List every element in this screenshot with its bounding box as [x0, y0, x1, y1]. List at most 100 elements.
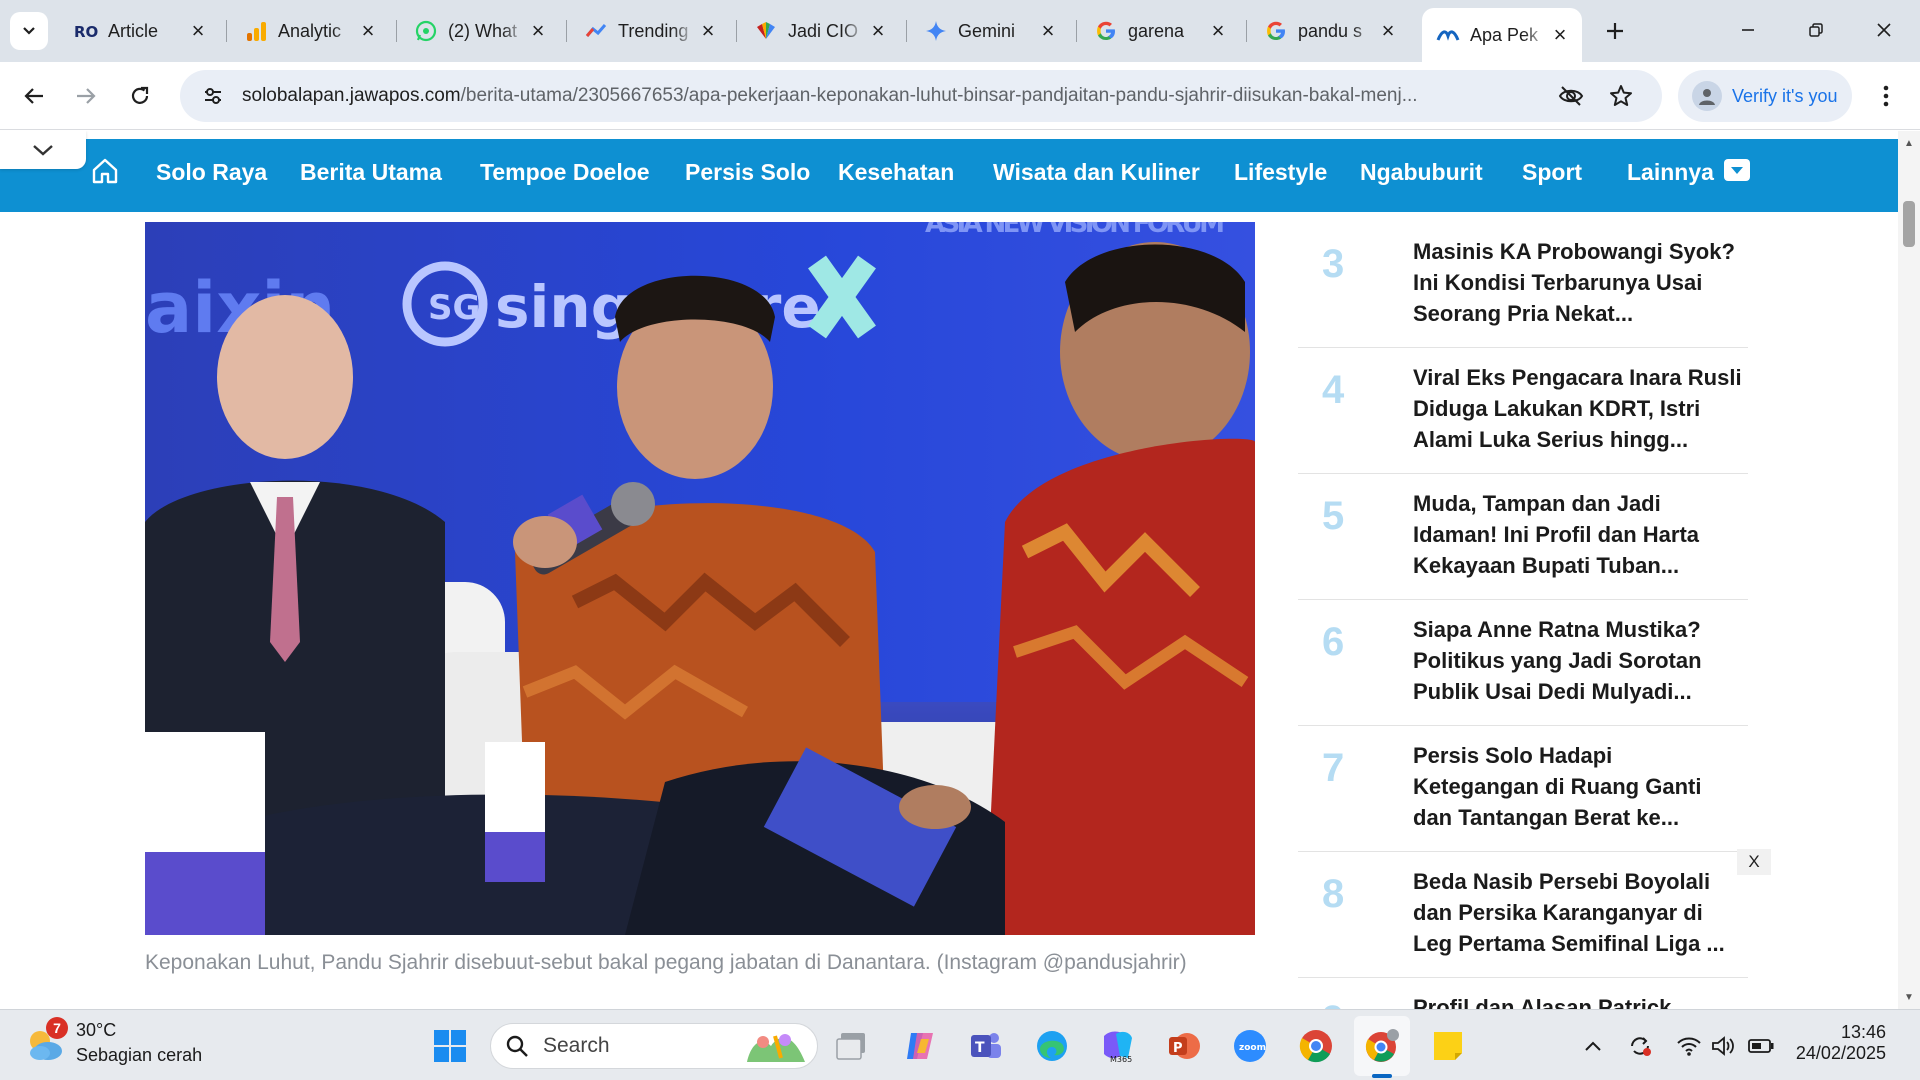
copilot-icon[interactable] — [900, 1026, 940, 1066]
tab-title: Jadi CIO — [788, 20, 859, 41]
eye-slash-icon[interactable] — [1556, 81, 1586, 111]
browser-tab[interactable]: (2) What × — [400, 10, 560, 52]
taskbar-clock[interactable]: 13:46 24/02/2025 — [1790, 1022, 1886, 1064]
trending-rank: 4 — [1322, 368, 1345, 412]
trending-title[interactable]: Muda, Tampan dan Jadi Idaman! Ini Profil… — [1413, 488, 1743, 581]
trending-item[interactable]: 5 Muda, Tampan dan Jadi Idaman! Ini Prof… — [1298, 474, 1748, 600]
reload-button[interactable] — [120, 76, 160, 116]
powerpoint-icon[interactable]: P — [1164, 1026, 1204, 1066]
browser-tab-active[interactable]: Apa Pek × — [1422, 8, 1582, 62]
close-ad-button[interactable]: X — [1737, 849, 1771, 875]
close-icon — [1877, 23, 1891, 37]
trending-item[interactable]: 6 Siapa Anne Ratna Mustika? Politikus ya… — [1298, 600, 1748, 726]
close-window-button[interactable] — [1856, 10, 1912, 50]
trending-item[interactable]: 9 Profil dan Alasan Patrick — [1298, 978, 1748, 1009]
wifi-icon[interactable] — [1676, 1034, 1702, 1058]
sticky-notes-icon[interactable] — [1428, 1026, 1468, 1066]
nav-item-sport[interactable]: Sport — [1522, 159, 1582, 186]
scroll-up-icon[interactable]: ▲ — [1903, 137, 1915, 149]
photo-caption: Keponakan Luhut, Pandu Sjahrir disebuut-… — [145, 951, 1187, 974]
address-bar[interactable]: solobalapan.jawapos.com/berita-utama/230… — [180, 70, 1662, 122]
close-tab-icon[interactable]: × — [526, 18, 550, 43]
restore-button[interactable] — [1788, 10, 1844, 50]
nav-item-ngabuburit[interactable]: Ngabuburit — [1360, 159, 1483, 186]
scroll-down-icon[interactable]: ▼ — [1903, 991, 1915, 1003]
tab-title: garena — [1128, 20, 1185, 41]
browser-menu-button[interactable] — [1866, 76, 1906, 116]
trending-item[interactable]: 3 Masinis KA Probowangi Syok? Ini Kondis… — [1298, 222, 1748, 348]
close-tab-icon[interactable]: × — [186, 18, 210, 43]
tab-search-button[interactable] — [10, 12, 48, 50]
back-button[interactable] — [14, 76, 54, 116]
nav-item-persis-solo[interactable]: Persis Solo — [685, 159, 810, 186]
new-tab-button[interactable] — [1598, 14, 1632, 48]
url-host: solobalapan.jawapos.com — [242, 85, 461, 106]
verify-identity-button[interactable]: Verify it's you — [1678, 70, 1852, 122]
trending-title[interactable]: Profil dan Alasan Patrick — [1413, 992, 1743, 1009]
collapse-header-button[interactable] — [0, 131, 86, 169]
taskbar-search-box[interactable]: Search — [490, 1023, 818, 1069]
close-tab-icon[interactable]: × — [1036, 18, 1060, 43]
svg-text:zoom: zoom — [1239, 1043, 1266, 1053]
windows-start-icon[interactable] — [430, 1026, 470, 1066]
close-tab-icon[interactable]: × — [696, 18, 720, 43]
clock-date: 24/02/2025 — [1795, 1043, 1886, 1063]
chrome-icon[interactable] — [1296, 1026, 1336, 1066]
browser-tab[interactable]: Analytic × — [230, 10, 390, 52]
nav-item-tempoe-doeloe[interactable]: Tempoe Doeloe — [480, 159, 650, 186]
site-info-icon[interactable] — [198, 81, 228, 111]
close-tab-icon[interactable]: × — [866, 18, 890, 43]
nav-item-kesehatan[interactable]: Kesehatan — [838, 159, 954, 186]
tab-title: Apa Pek — [1470, 24, 1539, 45]
nav-item-berita-utama[interactable]: Berita Utama — [300, 159, 442, 186]
bookmark-star-icon[interactable] — [1606, 81, 1636, 111]
teams-icon[interactable]: T — [966, 1026, 1006, 1066]
browser-tab[interactable]: garena × — [1080, 10, 1240, 52]
browser-tab[interactable]: RO Article × — [60, 10, 220, 52]
nav-item-wisata-dan-kuliner[interactable]: Wisata dan Kuliner — [993, 159, 1200, 186]
trending-item[interactable]: 4 Viral Eks Pengacara Inara Rusli Diduga… — [1298, 348, 1748, 474]
forward-button[interactable] — [66, 76, 106, 116]
close-tab-icon[interactable]: × — [1376, 18, 1400, 43]
chrome-profile-icon[interactable] — [1362, 1026, 1402, 1066]
zoom-icon[interactable]: zoom — [1230, 1026, 1270, 1066]
trending-item[interactable]: 8 Beda Nasib Persebi Boyolali dan Persik… — [1298, 852, 1748, 978]
scrollbar-thumb[interactable] — [1903, 201, 1915, 247]
url-text[interactable]: solobalapan.jawapos.com/berita-utama/230… — [242, 85, 1562, 107]
close-tab-icon[interactable]: × — [356, 18, 380, 43]
nav-item-solo-raya[interactable]: Solo Raya — [156, 159, 267, 186]
web-page: Solo Raya Berita Utama Tempoe Doeloe Per… — [0, 131, 1898, 1009]
sync-icon[interactable] — [1627, 1034, 1653, 1058]
trending-title[interactable]: Siapa Anne Ratna Mustika? Politikus yang… — [1413, 614, 1743, 707]
browser-tab[interactable]: pandu s × — [1250, 10, 1410, 52]
ro-logo-icon: RO — [74, 19, 98, 43]
trending-rank: 6 — [1322, 620, 1345, 664]
tab-title: pandu s — [1298, 20, 1363, 41]
chevron-up-icon[interactable] — [1580, 1034, 1606, 1058]
page-scrollbar[interactable]: ▲ ▼ — [1898, 131, 1920, 1009]
nav-item-lainnya[interactable]: Lainnya — [1627, 159, 1714, 186]
close-tab-icon[interactable]: × — [1548, 22, 1572, 47]
arrow-left-icon — [24, 88, 43, 104]
caret-down-icon[interactable] — [1724, 159, 1750, 181]
battery-icon[interactable] — [1748, 1034, 1774, 1058]
trending-title[interactable]: Viral Eks Pengacara Inara Rusli Diduga L… — [1413, 362, 1743, 455]
close-tab-icon[interactable]: × — [1206, 18, 1230, 43]
weather-widget[interactable]: 7 30°C Sebagian cerah — [22, 1017, 202, 1066]
browser-tab[interactable]: Jadi CIO × — [740, 10, 900, 52]
browser-tab[interactable]: Trending × — [570, 10, 730, 52]
trending-title[interactable]: Masinis KA Probowangi Syok? Ini Kondisi … — [1413, 236, 1743, 329]
edge-icon[interactable] — [1032, 1026, 1072, 1066]
trending-title[interactable]: Persis Solo Hadapi Ketegangan di Ruang G… — [1413, 740, 1743, 833]
photo-sponsor-right: ASIA NEW VISION FORUM — [925, 222, 1225, 239]
trending-title[interactable]: Beda Nasib Persebi Boyolali dan Persika … — [1413, 866, 1743, 959]
tab-title: (2) What — [448, 20, 518, 41]
minimize-button[interactable] — [1720, 10, 1776, 50]
volume-icon[interactable] — [1710, 1034, 1736, 1058]
microsoft365-icon[interactable]: M365 — [1098, 1026, 1138, 1066]
home-icon[interactable] — [90, 156, 120, 186]
browser-tab[interactable]: Gemini × — [910, 10, 1070, 52]
trending-item[interactable]: 7 Persis Solo Hadapi Ketegangan di Ruang… — [1298, 726, 1748, 852]
task-view-icon[interactable] — [832, 1026, 872, 1066]
nav-item-lifestyle[interactable]: Lifestyle — [1234, 159, 1327, 186]
